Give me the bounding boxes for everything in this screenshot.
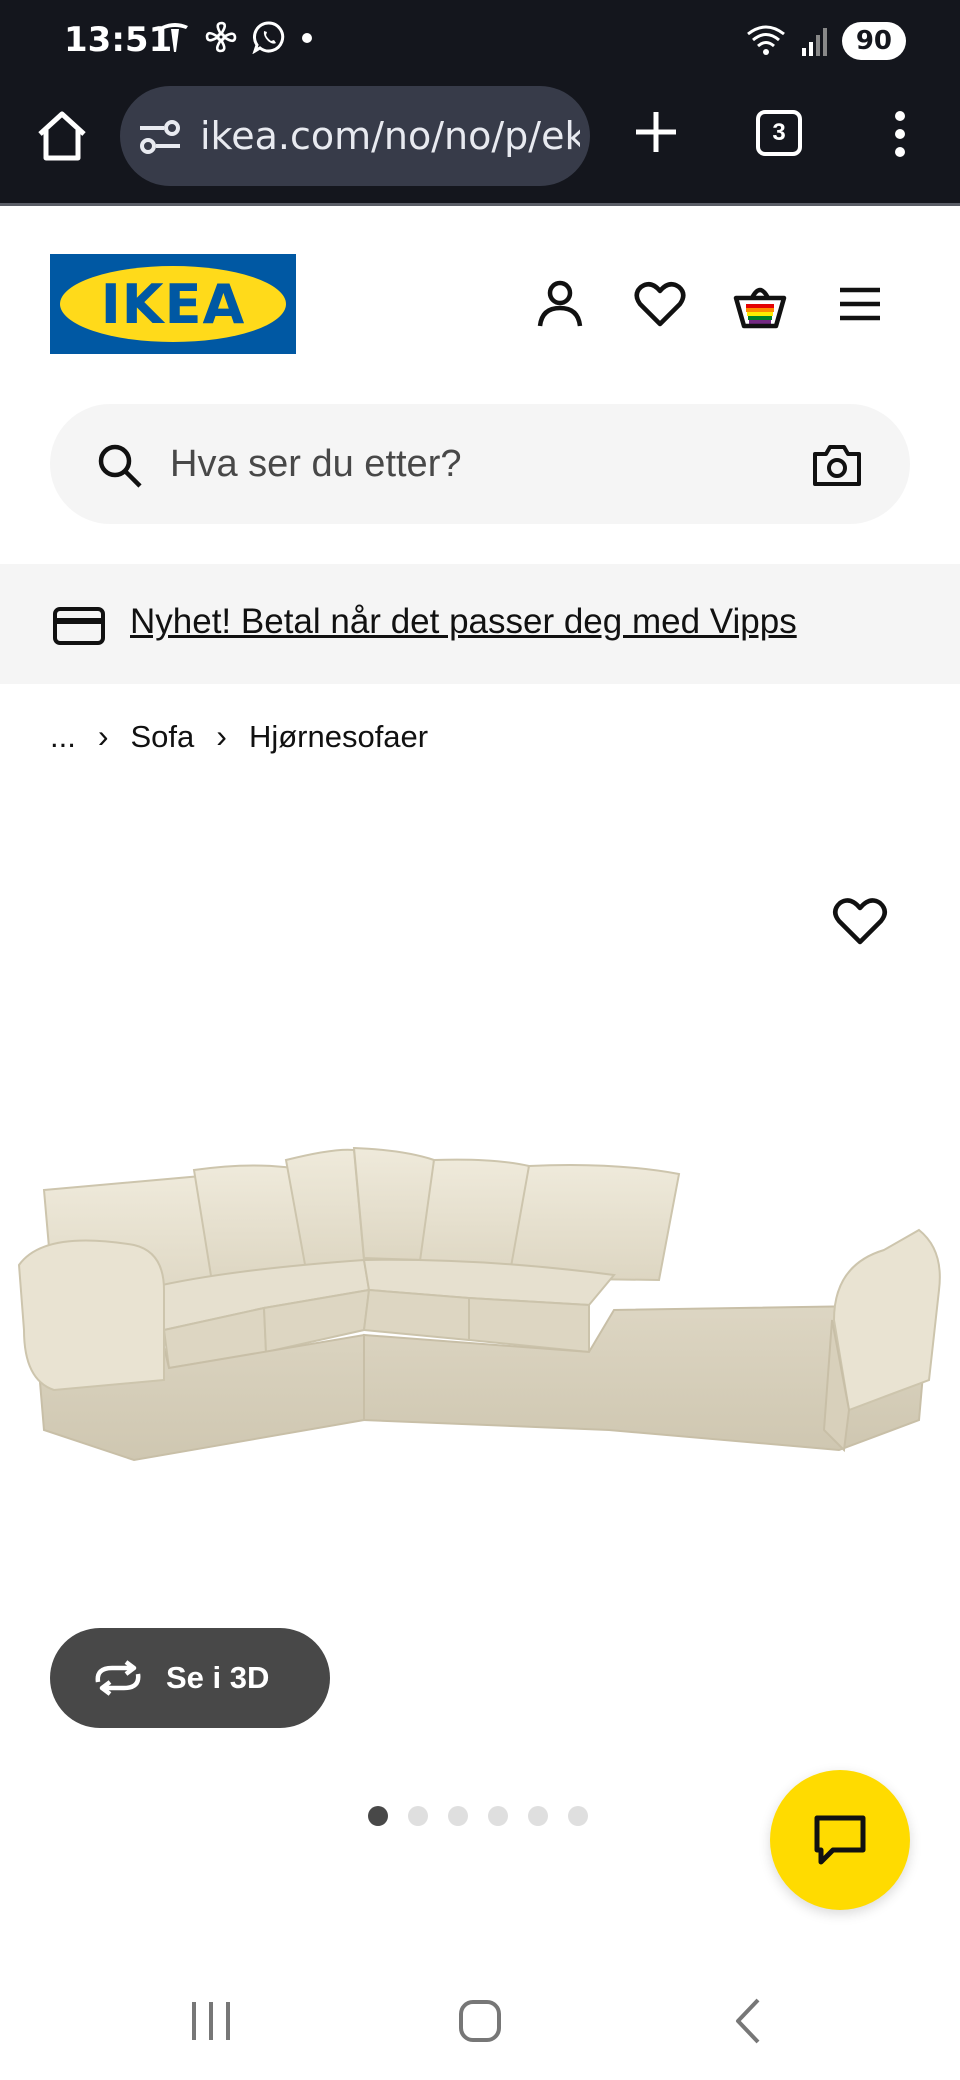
notification-icons	[160, 20, 314, 54]
fan-icon	[205, 21, 237, 53]
whatsapp-icon	[252, 21, 285, 54]
site-settings-icon[interactable]	[138, 116, 182, 156]
status-bar: 13:51 90	[0, 0, 960, 86]
status-time: 13:51	[64, 20, 173, 60]
logo-text: IKEA	[100, 272, 246, 336]
view-3d-button[interactable]: Se i 3D	[50, 1628, 330, 1728]
chevron-right-icon: ›	[216, 718, 227, 754]
chevron-right-icon: ›	[97, 718, 109, 754]
system-icons: 90	[746, 22, 906, 60]
shopping-bag-icon[interactable]	[732, 276, 788, 332]
recent-apps-icon[interactable]	[188, 1996, 234, 2046]
url-text: ikea.com/no/no/p/ekt	[200, 114, 580, 158]
carousel-dot-5[interactable]	[528, 1806, 548, 1826]
signal-icon	[801, 28, 827, 56]
credit-card-icon	[53, 607, 105, 645]
tesla-icon	[162, 23, 188, 52]
rotate-3d-icon	[95, 1660, 141, 1696]
tab-switcher-button[interactable]: 3	[756, 110, 802, 156]
view-3d-label: Se i 3D	[166, 1660, 270, 1695]
address-bar[interactable]: ikea.com/no/no/p/ekt	[120, 86, 590, 186]
wifi-icon	[746, 25, 785, 55]
chat-button[interactable]	[770, 1770, 910, 1910]
favorites-icon[interactable]	[632, 276, 688, 332]
battery-indicator: 90	[841, 22, 906, 60]
breadcrumb-sofa[interactable]: Sofa	[131, 719, 195, 755]
add-to-favorites-icon[interactable]	[830, 892, 890, 948]
search-icon	[98, 444, 142, 488]
home-icon[interactable]	[34, 108, 90, 164]
search-input[interactable]	[170, 440, 830, 488]
logo-oval: IKEA	[60, 266, 286, 342]
product-image-sofa	[17, 1146, 941, 1462]
camera-search-icon[interactable]	[812, 442, 862, 488]
carousel-dot-3[interactable]	[448, 1806, 468, 1826]
breadcrumb-ellipsis[interactable]: ...	[50, 719, 76, 755]
carousel-dot-6[interactable]	[568, 1806, 588, 1826]
account-icon[interactable]	[532, 276, 588, 332]
browser-toolbar: ikea.com/no/no/p/ekt 3	[0, 86, 960, 206]
tab-count: 3	[772, 119, 786, 146]
chat-icon	[814, 1815, 866, 1865]
back-icon[interactable]	[730, 1996, 766, 2046]
new-tab-icon[interactable]	[632, 108, 680, 156]
ikea-logo[interactable]: IKEA	[50, 254, 296, 354]
carousel-dot-2[interactable]	[408, 1806, 428, 1826]
search-bar	[50, 404, 910, 524]
system-navigation-bar	[0, 1960, 960, 2080]
carousel-dot-1[interactable]	[368, 1806, 388, 1826]
promo-banner: Nyhet! Betal når det passer deg med Vipp…	[0, 564, 960, 684]
more-notifications-dot-icon	[302, 33, 312, 43]
breadcrumb: ... › Sofa › Hjørnesofaer	[50, 718, 428, 755]
image-carousel-indicators	[368, 1806, 588, 1826]
carousel-dot-4[interactable]	[488, 1806, 508, 1826]
browser-menu-icon[interactable]	[880, 106, 920, 162]
promo-link[interactable]: Nyhet! Betal når det passer deg med Vipp…	[130, 602, 797, 642]
hamburger-menu-icon[interactable]	[832, 276, 888, 332]
home-nav-icon[interactable]	[456, 1996, 504, 2046]
breadcrumb-corner-sofas[interactable]: Hjørnesofaer	[249, 719, 428, 755]
